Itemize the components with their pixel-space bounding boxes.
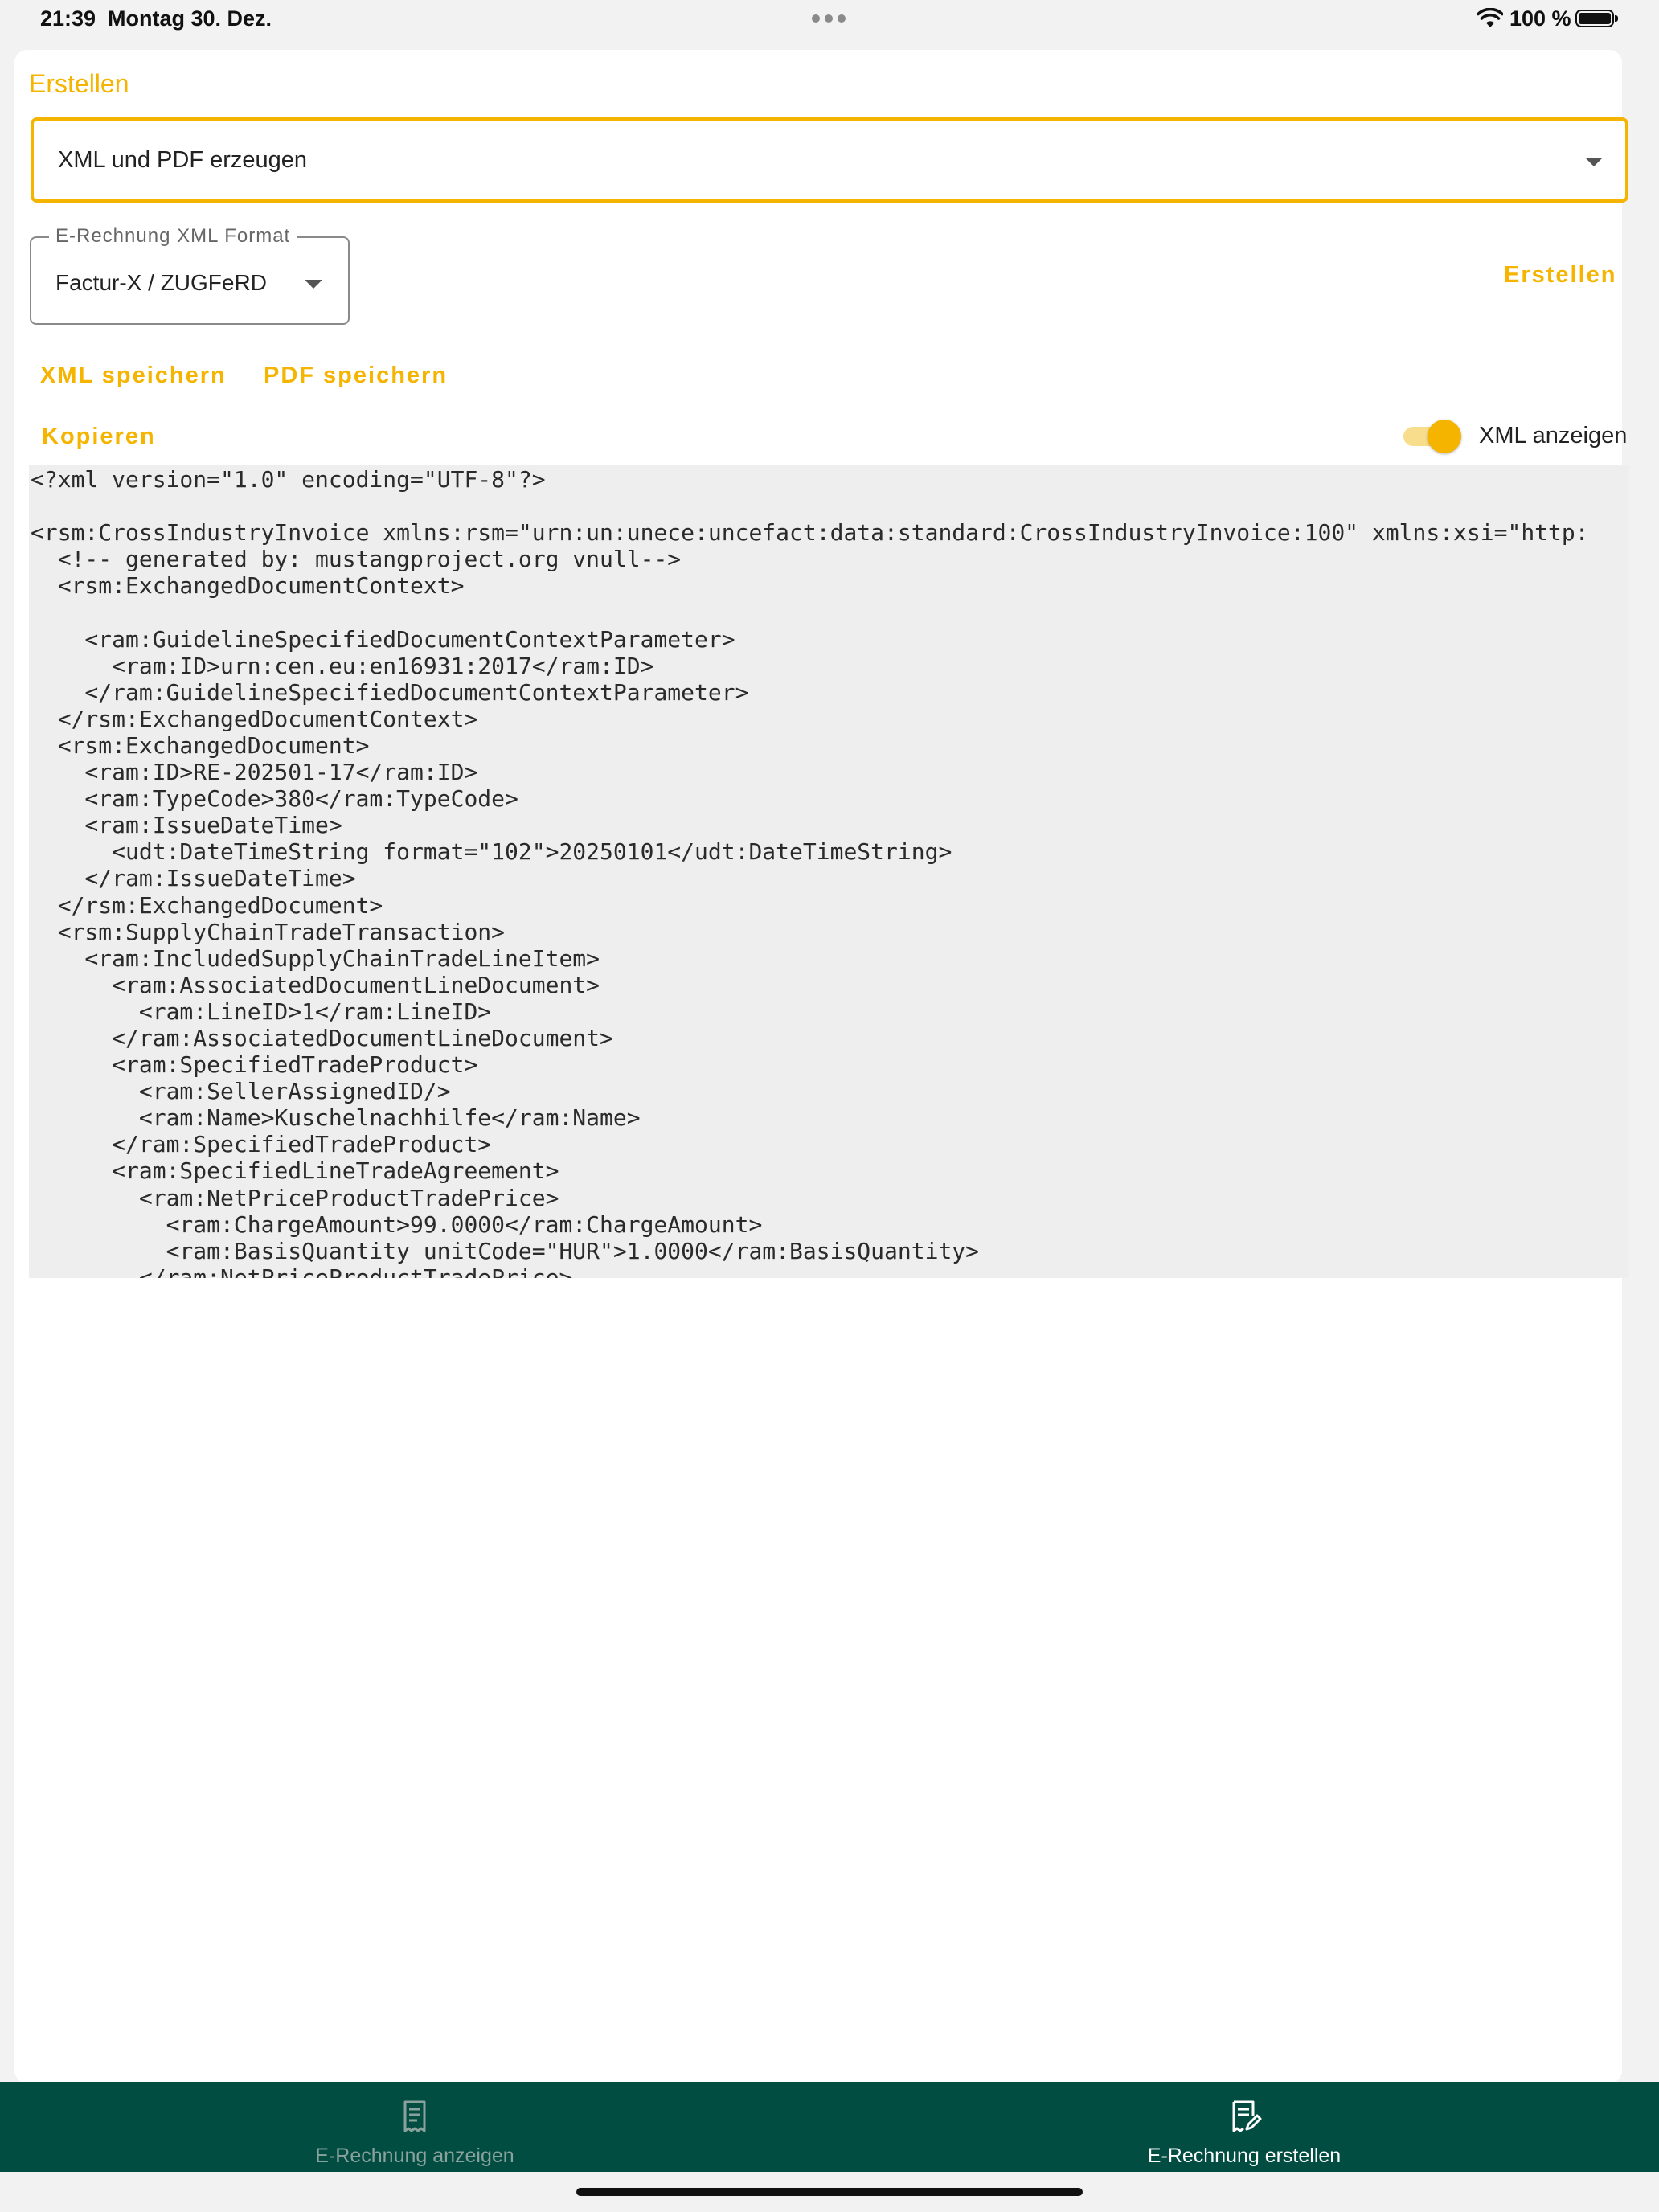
toggle-thumb: [1428, 420, 1461, 453]
section-title: Erstellen: [29, 69, 129, 98]
battery-icon: [1575, 10, 1618, 27]
copy-button[interactable]: Kopieren: [42, 424, 156, 450]
format-select-label: E-Rechnung XML Format: [49, 225, 297, 248]
save-xml-button[interactable]: XML speichern: [40, 363, 227, 389]
show-xml-toggle[interactable]: [1403, 420, 1461, 453]
invoice-icon: [403, 2100, 426, 2132]
multitasking-dots-icon[interactable]: [812, 14, 846, 23]
status-time: 21:39: [40, 6, 96, 31]
nav-item-create-invoice[interactable]: E-Rechnung erstellen: [830, 2082, 1659, 2172]
show-xml-label: XML anzeigen: [1479, 423, 1628, 449]
bottom-navigation: E-Rechnung anzeigen E-Rechnung erstellen: [0, 2082, 1659, 2172]
xml-output-text: <?xml version="1.0" encoding="UTF-8"?> <…: [31, 466, 1589, 1278]
create-button[interactable]: Erstellen: [1504, 262, 1617, 289]
format-select[interactable]: E-Rechnung XML Format Factur-X / ZUGFeRD: [30, 225, 350, 325]
nav-item-view-invoice[interactable]: E-Rechnung anzeigen: [0, 2082, 830, 2172]
dropdown-arrow-icon: [305, 280, 322, 289]
mode-select-value: XML und PDF erzeugen: [58, 147, 308, 173]
home-indicator[interactable]: [576, 2188, 1083, 2196]
status-bar: 21:39 Montag 30. Dez. 100 %: [0, 0, 1659, 39]
mode-select[interactable]: XML und PDF erzeugen: [31, 117, 1628, 203]
battery-percent: 100 %: [1509, 6, 1571, 31]
invoice-edit-icon: [1232, 2100, 1262, 2132]
nav-label-create-invoice: E-Rechnung erstellen: [1147, 2144, 1342, 2167]
xml-output[interactable]: <?xml version="1.0" encoding="UTF-8"?> <…: [29, 465, 1629, 1278]
format-select-value: Factur-X / ZUGFeRD: [55, 270, 267, 295]
wifi-icon: [1477, 8, 1503, 27]
save-pdf-button[interactable]: PDF speichern: [264, 363, 448, 389]
nav-label-view-invoice: E-Rechnung anzeigen: [315, 2144, 514, 2167]
dropdown-arrow-icon: [1585, 158, 1603, 166]
status-date: Montag 30. Dez.: [108, 6, 272, 31]
